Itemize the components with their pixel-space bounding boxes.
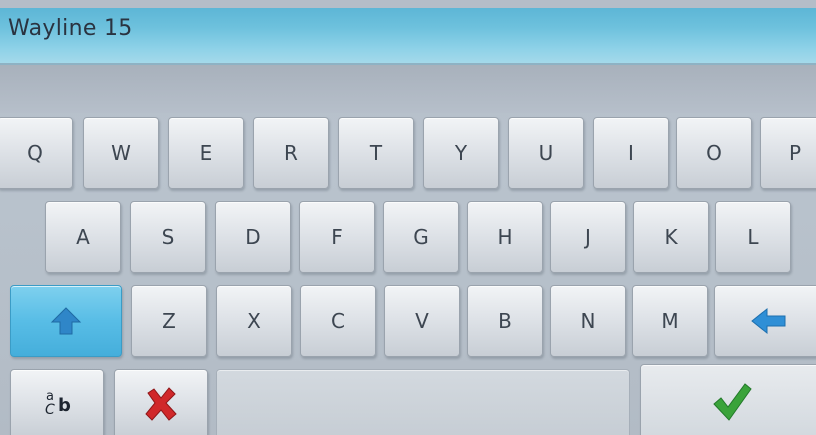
key-y[interactable]: Y: [423, 117, 499, 189]
confirm-key[interactable]: [640, 364, 816, 435]
key-k[interactable]: K: [633, 201, 709, 273]
shift-key[interactable]: [10, 285, 122, 357]
key-e[interactable]: E: [168, 117, 244, 189]
cancel-key[interactable]: [114, 369, 208, 435]
key-f[interactable]: F: [299, 201, 375, 273]
key-p[interactable]: P: [760, 117, 816, 189]
key-t[interactable]: T: [338, 117, 414, 189]
left-arrow-icon: [749, 306, 789, 336]
red-x-icon: [142, 385, 180, 423]
key-j[interactable]: J: [550, 201, 626, 273]
key-d[interactable]: D: [215, 201, 291, 273]
key-u[interactable]: U: [508, 117, 584, 189]
key-z[interactable]: Z: [131, 285, 207, 357]
backspace-key[interactable]: [714, 285, 816, 357]
key-h[interactable]: H: [467, 201, 543, 273]
green-checkmark-icon: [710, 380, 754, 424]
key-s[interactable]: S: [130, 201, 206, 273]
keyboard-screen: Wayline 15 Q W E R T Y U I O P A S D F G…: [0, 0, 816, 435]
title-bar: Wayline 15: [0, 8, 816, 65]
text-entry-area[interactable]: [0, 65, 816, 113]
key-b[interactable]: B: [467, 285, 543, 357]
key-l[interactable]: L: [715, 201, 791, 273]
up-arrow-icon: [49, 304, 83, 338]
key-m[interactable]: M: [632, 285, 708, 357]
key-a[interactable]: A: [45, 201, 121, 273]
key-r[interactable]: R: [253, 117, 329, 189]
key-w[interactable]: W: [83, 117, 159, 189]
space-key[interactable]: [216, 369, 630, 435]
key-o[interactable]: O: [676, 117, 752, 189]
key-g[interactable]: G: [383, 201, 459, 273]
key-v[interactable]: V: [384, 285, 460, 357]
window-title: Wayline 15: [8, 16, 133, 41]
key-q[interactable]: Q: [0, 117, 73, 189]
key-x[interactable]: X: [216, 285, 292, 357]
key-n[interactable]: N: [550, 285, 626, 357]
case-toggle-key[interactable]: a C b: [10, 369, 104, 435]
key-i[interactable]: I: [593, 117, 669, 189]
case-toggle-icon: a C b: [45, 389, 71, 418]
key-c[interactable]: C: [300, 285, 376, 357]
